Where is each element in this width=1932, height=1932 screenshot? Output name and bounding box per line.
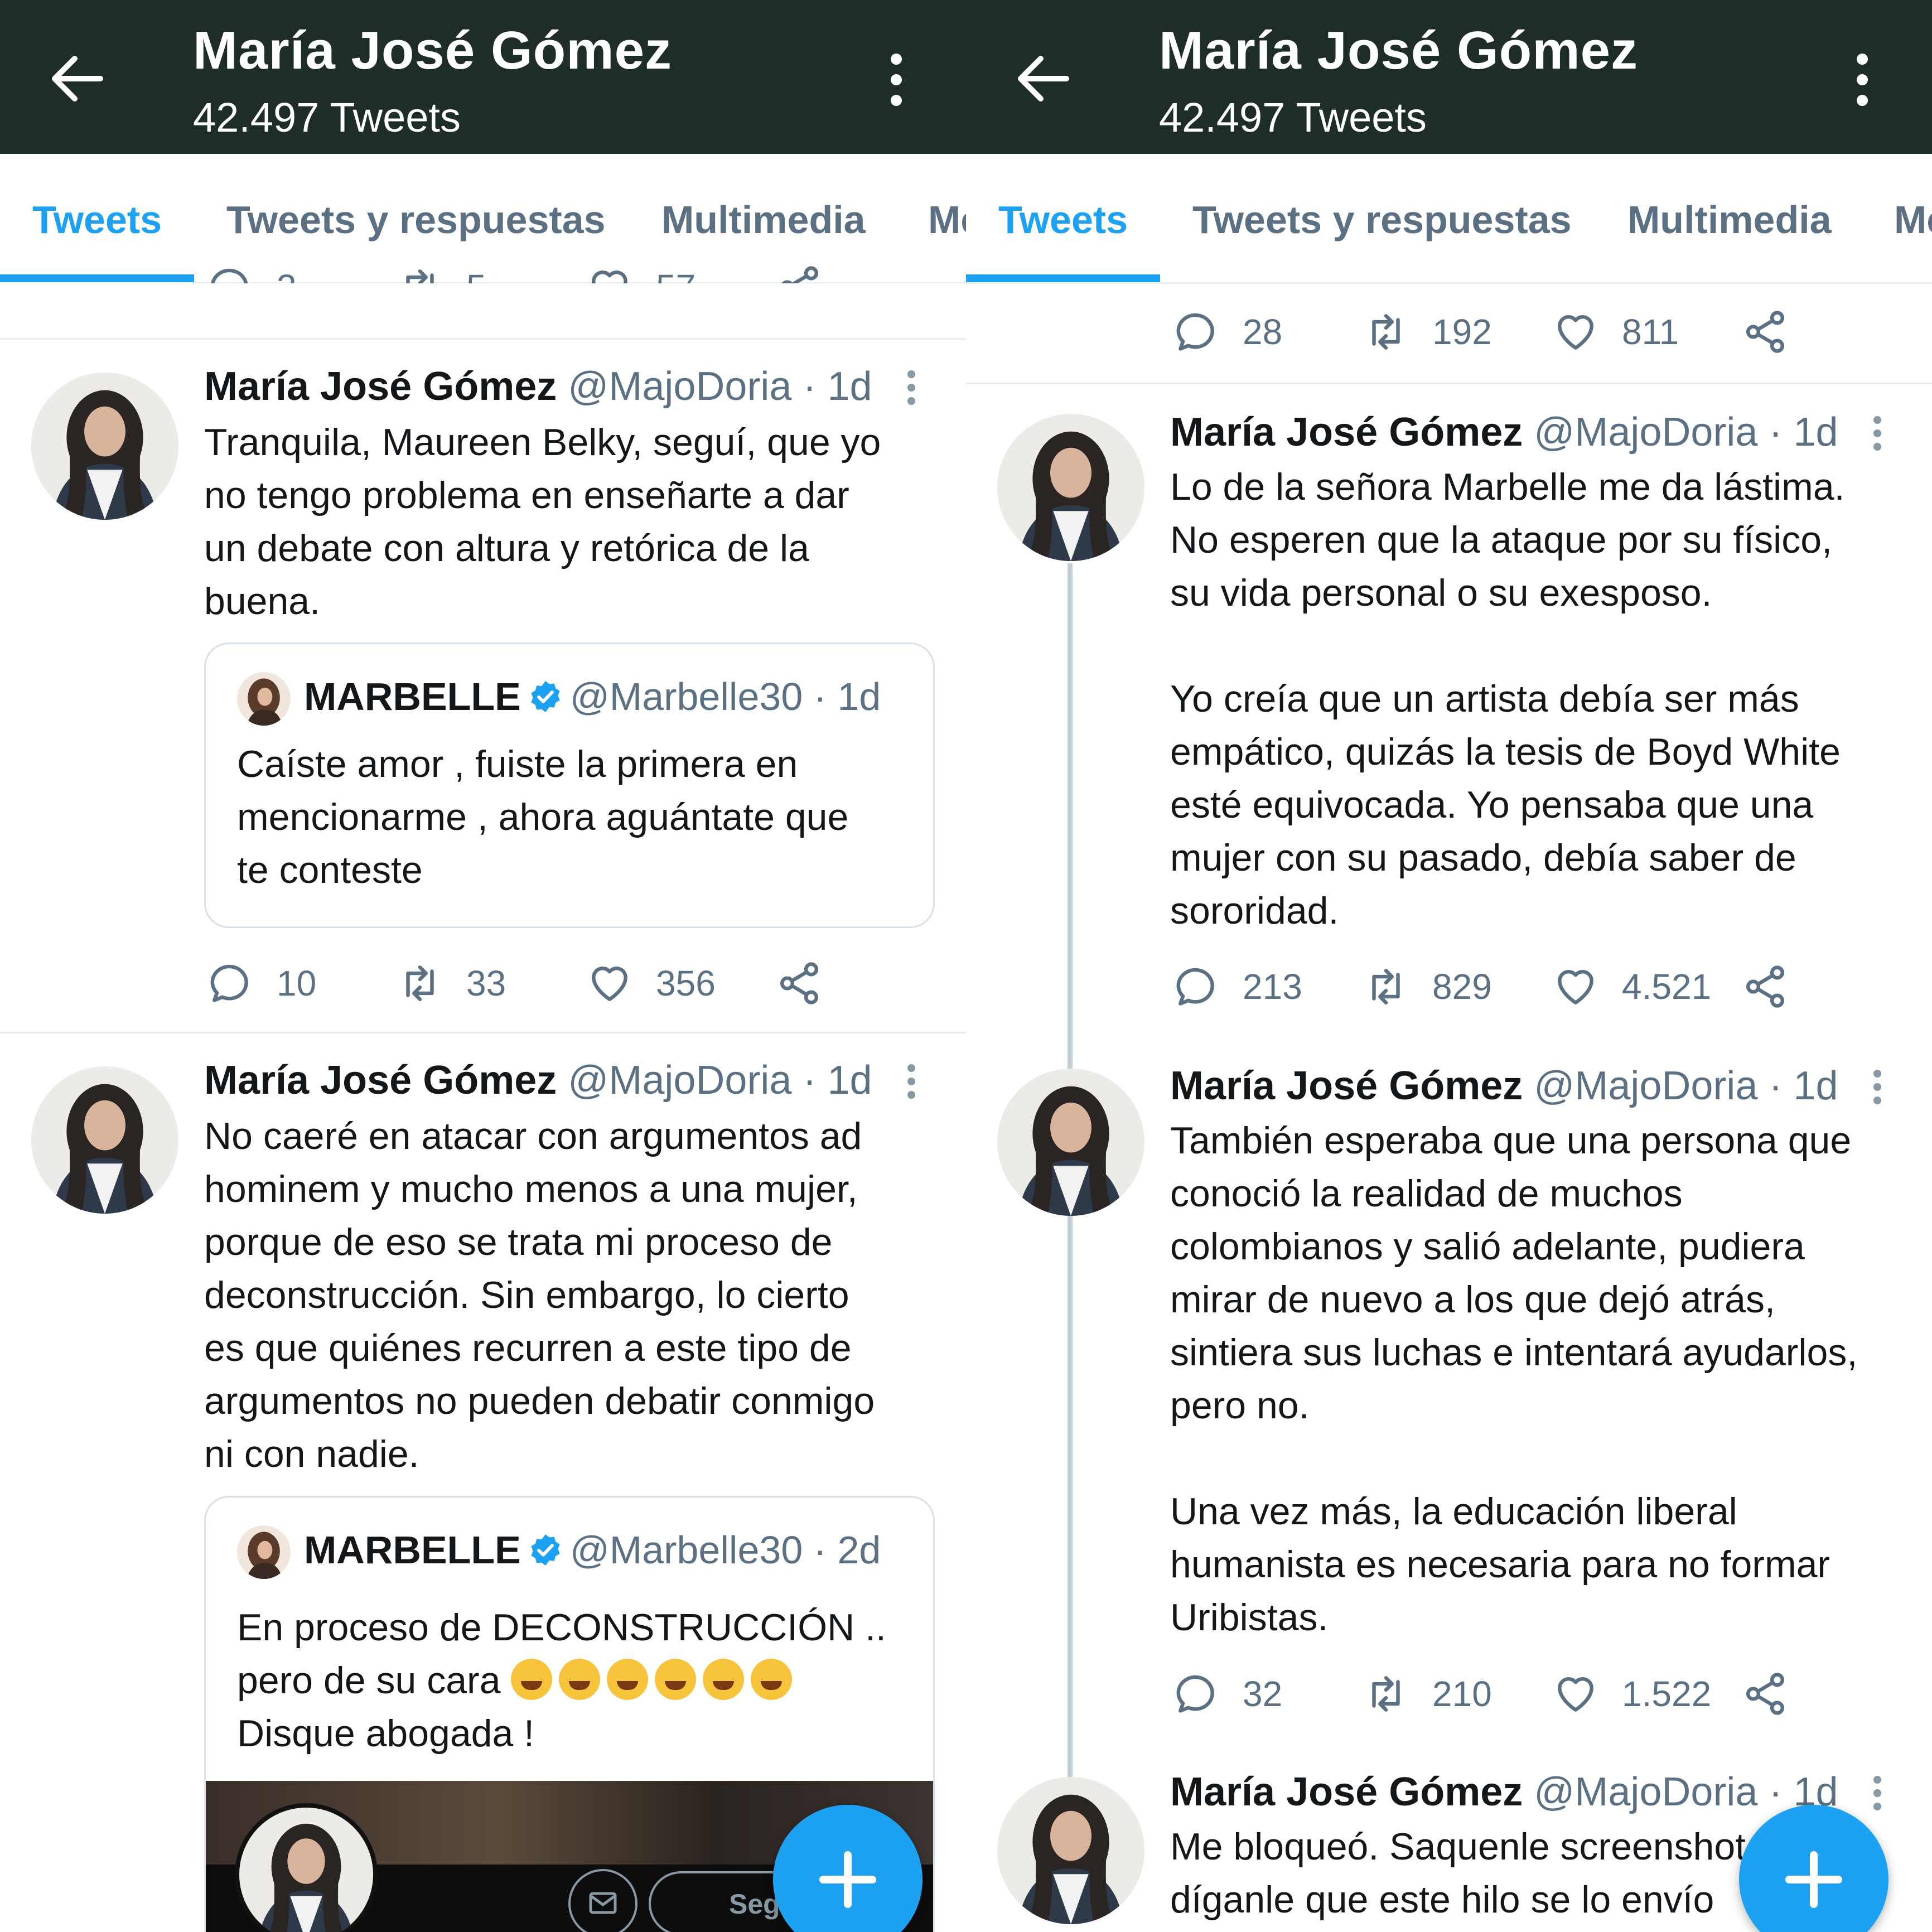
profile-name: María José Gómez	[1159, 21, 1638, 80]
compose-tweet-button[interactable]	[773, 1805, 922, 1932]
tweet-meta: María José Gómez @MajoDoria · 1d	[1170, 1769, 1838, 1815]
tab-tweets[interactable]: Tweets	[998, 197, 1128, 242]
tweet-text: Tranquila, Maureen Belky, seguí, que yo …	[204, 421, 881, 622]
reply-icon	[206, 959, 254, 1007]
compose-plus-icon	[819, 1851, 876, 1908]
header-overlay	[0, 283, 966, 373]
verified-icon	[531, 1534, 560, 1566]
tweet-meta: María José Gómez @MajoDoria · 1d	[204, 1057, 872, 1103]
laughing-emoji-icon	[511, 1659, 553, 1700]
mail-icon[interactable]	[568, 1869, 637, 1932]
right-screenshot-panel: María José Gómez 42.497 Tweets Tweets Tw…	[966, 0, 1932, 1932]
divider	[0, 1032, 966, 1033]
tab-multimedia[interactable]: Multimedia	[661, 197, 866, 242]
quoted-meta: MARBELLE @Marbelle30 · 2d	[304, 1528, 881, 1572]
profile-header: María José Gómez 42.497 Tweets	[966, 0, 1932, 154]
tweet-text: Lo de la señora Marbelle me da lástima. …	[1170, 466, 1845, 932]
like-icon	[1552, 308, 1600, 356]
avatar	[237, 1525, 291, 1579]
avatar[interactable]	[997, 1777, 1144, 1924]
like-icon	[586, 959, 634, 1007]
active-tab-indicator	[966, 274, 1160, 282]
share-icon	[1741, 963, 1789, 1011]
tweet-count: 42.497 Tweets	[1159, 94, 1427, 141]
back-arrow-icon[interactable]	[1014, 54, 1070, 104]
tweet-text: No caeré en atacar con argumentos ad hom…	[204, 1115, 875, 1475]
tab-tweets-y-respuestas[interactable]: Tweets y respuestas	[226, 197, 606, 242]
avatar[interactable]	[997, 1069, 1144, 1216]
active-tab-indicator	[0, 274, 194, 282]
author-handle[interactable]: @MajoDoria · 1d	[1534, 1064, 1838, 1108]
tweet-actions: 10 33 356	[206, 957, 876, 1007]
left-screenshot-panel: María José Gómez 42.497 Tweets Tweets Tw…	[0, 0, 966, 1932]
divider	[966, 383, 1932, 384]
tweet-text: También esperaba que una persona que con…	[1170, 1119, 1858, 1639]
tweet-actions: 28 192 811	[1172, 306, 1842, 356]
like-icon	[1552, 963, 1600, 1011]
quoted-text-line: pero de su cara	[237, 1654, 799, 1707]
compose-tweet-button[interactable]	[1739, 1805, 1888, 1932]
tweet-meta: María José Gómez @MajoDoria · 1d	[1170, 1063, 1838, 1109]
quoted-text-line: En proceso de DECONSTRUCCIÓN ..	[237, 1606, 886, 1649]
tab-multimedia[interactable]: Multimedia	[1627, 197, 1832, 242]
verified-icon	[531, 681, 560, 712]
avatar[interactable]	[31, 1066, 178, 1214]
author-handle[interactable]: @MajoDoria · 1d	[568, 364, 872, 409]
author-name[interactable]: María José Gómez	[1170, 1770, 1523, 1814]
quoted-text: Caíste amor , fuiste la primera en menci…	[237, 743, 849, 891]
avatar[interactable]	[31, 373, 178, 520]
tweet-count: 42.497 Tweets	[193, 94, 461, 141]
author-handle[interactable]: @MajoDoria · 1d	[568, 1058, 872, 1103]
share-icon	[1741, 1670, 1789, 1718]
quoted-text-line: Disque abogada !	[237, 1712, 535, 1755]
profile-tabs: Tweets Tweets y respuestas Multimedia Me…	[966, 154, 1932, 284]
more-vertical-icon[interactable]	[877, 54, 916, 109]
share-icon	[775, 959, 823, 1007]
avatar[interactable]	[997, 414, 1144, 561]
author-handle[interactable]: @MajoDoria · 1d	[1534, 410, 1838, 455]
more-vertical-icon[interactable]	[1872, 1070, 1883, 1114]
tab-tweets-y-respuestas[interactable]: Tweets y respuestas	[1192, 197, 1572, 242]
compose-plus-icon	[1785, 1851, 1842, 1908]
tab-tweets[interactable]: Tweets	[32, 197, 162, 242]
profile-header: María José Gómez 42.497 Tweets	[0, 0, 966, 154]
shushing-emoji-icon	[751, 1659, 793, 1700]
retweet-icon	[1362, 963, 1410, 1011]
laughing-emoji-icon	[607, 1659, 649, 1700]
reply-icon	[1172, 308, 1220, 356]
retweet-icon	[1362, 308, 1410, 356]
quoted-meta: MARBELLE @Marbelle30 · 1d	[304, 675, 881, 718]
divider	[0, 338, 966, 340]
avatar	[237, 672, 291, 726]
more-vertical-icon[interactable]	[1843, 54, 1882, 109]
more-vertical-icon[interactable]	[1872, 416, 1883, 461]
more-vertical-icon[interactable]	[906, 1064, 917, 1109]
tab-me-gusta[interactable]: Me Gusta	[1894, 197, 1932, 242]
profile-name: María José Gómez	[193, 21, 672, 80]
reply-icon	[1172, 1670, 1220, 1718]
more-vertical-icon[interactable]	[906, 370, 917, 415]
reply-icon	[1172, 963, 1220, 1011]
like-icon	[1552, 1670, 1600, 1718]
tweet-actions: 213 829 4.521	[1172, 960, 1842, 1011]
author-name[interactable]: María José Gómez	[204, 364, 557, 409]
laughing-emoji-icon	[703, 1659, 745, 1700]
retweet-icon	[1362, 1670, 1410, 1718]
tab-me-gusta[interactable]: Me Gusta	[928, 197, 966, 242]
laughing-emoji-icon	[655, 1659, 697, 1700]
retweet-icon	[396, 959, 444, 1007]
quoted-tweet[interactable]: MARBELLE @Marbelle30 · 1d Caíste amor , f…	[204, 643, 935, 928]
author-name[interactable]: María José Gómez	[1170, 410, 1523, 455]
tweet-meta: María José Gómez @MajoDoria · 1d	[1170, 409, 1838, 455]
share-icon	[1741, 308, 1789, 356]
tweet-meta: María José Gómez @MajoDoria · 1d	[204, 364, 872, 409]
back-arrow-icon[interactable]	[48, 54, 104, 104]
tweet-actions: 32 210 1.522	[1172, 1668, 1842, 1718]
laughing-emoji-icon	[559, 1659, 601, 1700]
author-name[interactable]: María José Gómez	[1170, 1064, 1523, 1108]
avatar	[235, 1803, 378, 1932]
author-name[interactable]: María José Gómez	[204, 1058, 557, 1103]
